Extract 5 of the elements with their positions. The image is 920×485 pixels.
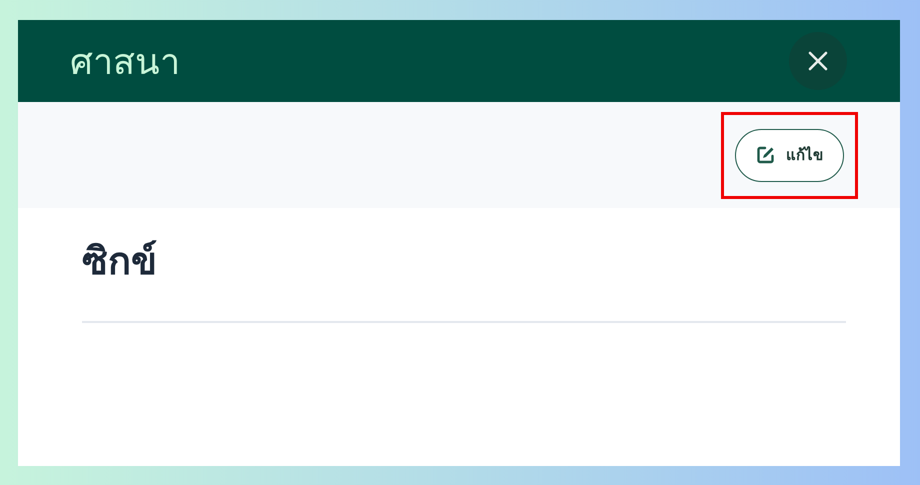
edit-icon (756, 145, 776, 165)
religion-value: ซิกข์ (82, 238, 158, 285)
dialog-title: ศาสนา (70, 40, 180, 84)
edit-button[interactable]: แก้ไข (735, 128, 844, 182)
close-icon (807, 50, 829, 72)
